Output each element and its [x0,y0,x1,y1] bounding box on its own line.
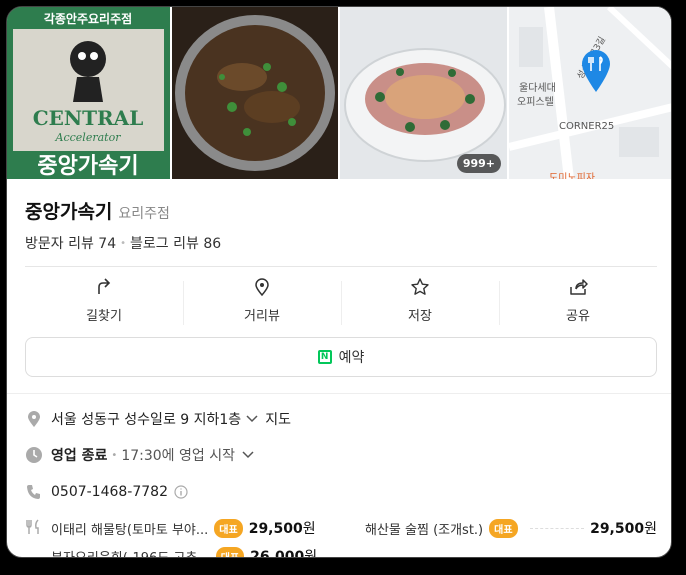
map-label-corner: CORNER25 [559,121,615,132]
photo-count-badge[interactable]: 999+ [456,154,501,173]
map-label-officetel: 오피스텔 [517,97,554,108]
menu-item-name: 해산물 술찜 (조개st.) [365,522,484,538]
place-category: 요리주점 [118,206,170,222]
logo-sub-text: Accelerator [55,131,122,144]
logo-main-text: CENTRAL [33,106,144,130]
save-button[interactable]: 저장 [341,269,499,331]
place-card: 각종안주요리주점 CENTRAL Accelerator 중앙가속기 999+ … [6,6,672,558]
map-label-pizza: 도미노피자 [549,173,595,179]
hours-row[interactable]: 영업 종료 • 17:30에 영업 시작 [25,445,255,465]
phone-row: 0507-1468-7782 [25,483,188,501]
menu-item-price: 29,500원 [248,521,316,537]
menu-item[interactable]: 해산물 술찜 (조개st.) 대표 29,500원 [365,518,657,538]
divider [7,393,671,394]
separator-dot: • [111,449,118,461]
review-counts: 방문자 리뷰 74 • 블로그 리뷰 86 [25,233,221,253]
share-button[interactable]: 공유 [499,269,657,331]
map-label-building: 울다세대 [519,83,556,94]
menu-item[interactable]: 분자요리육회(-196도 고추... 대표 26,000원 [51,546,347,558]
action-bar: 길찾기 거리뷰 저장 공유 [25,269,657,331]
location-icon [28,411,40,427]
save-label: 저장 [408,308,432,324]
menu-item-price: 29,500원 [590,521,657,537]
directions-button[interactable]: 길찾기 [25,269,183,331]
address-text: 서울 성동구 성수일로 9 지하1층 [51,412,242,428]
photo-food-noodles[interactable] [172,7,338,179]
signature-badge: 대표 [214,518,243,538]
share-label: 공유 [566,308,590,324]
clock-icon [26,447,42,463]
signature-badge: 대표 [489,518,518,538]
chevron-down-icon[interactable] [245,412,259,426]
hours-status: 영업 종료 [51,448,108,464]
separator-dot: • [120,237,127,249]
map-thumbnail[interactable]: 울다세대 오피스텔 CORNER25 도미노피자 성수일로3길 [509,7,671,179]
star-icon [411,277,429,295]
menu-item-name: 이태리 해물탕(토마토 부야... [51,522,209,538]
address-row: 서울 성동구 성수일로 9 지하1층 지도 [25,409,291,429]
phone-icon [27,485,40,499]
naver-booking-icon: N [317,350,332,364]
reserve-label: 예약 [338,350,365,366]
logo-banner-text: 중앙가속기 [37,154,138,179]
divider [25,266,657,267]
menu-item-price: 26,000원 [250,549,318,558]
map-link[interactable]: 지도 [265,409,291,429]
menu-item-name: 분자요리육회(-196도 고추... [51,550,210,558]
phone-number[interactable]: 0507-1468-7782 [51,484,168,500]
menu-icon [26,519,39,534]
chevron-down-icon[interactable] [241,448,255,462]
blog-review-link[interactable]: 블로그 리뷰 86 [130,233,221,253]
location-pin-icon [255,277,269,296]
share-icon [570,278,588,295]
info-icon[interactable] [174,485,188,499]
visitor-review-link[interactable]: 방문자 리뷰 74 [25,233,116,253]
directions-icon [98,277,111,294]
hours-detail: 17:30에 영업 시작 [121,448,235,464]
directions-label: 길찾기 [86,308,122,324]
signature-badge: 대표 [215,546,245,557]
street-view-label: 거리뷰 [244,308,280,324]
logo-top-text: 각종안주요리주점 [44,11,132,26]
photo-logo[interactable]: 각종안주요리주점 CENTRAL Accelerator 중앙가속기 [7,7,170,179]
map-pin-icon [582,50,610,92]
place-name: 중앙가속기 [25,201,113,223]
dotted-leader [529,527,585,529]
reserve-button[interactable]: N 예약 [25,337,657,377]
street-view-button[interactable]: 거리뷰 [183,269,341,331]
photo-food-plate[interactable]: 999+ [340,7,507,179]
menu-item[interactable]: 이태리 해물탕(토마토 부야... 대표 29,500원 [51,518,347,538]
place-title-row: 중앙가속기 요리주점 [25,197,170,224]
photo-strip[interactable]: 각종안주요리주점 CENTRAL Accelerator 중앙가속기 999+ … [7,7,671,179]
